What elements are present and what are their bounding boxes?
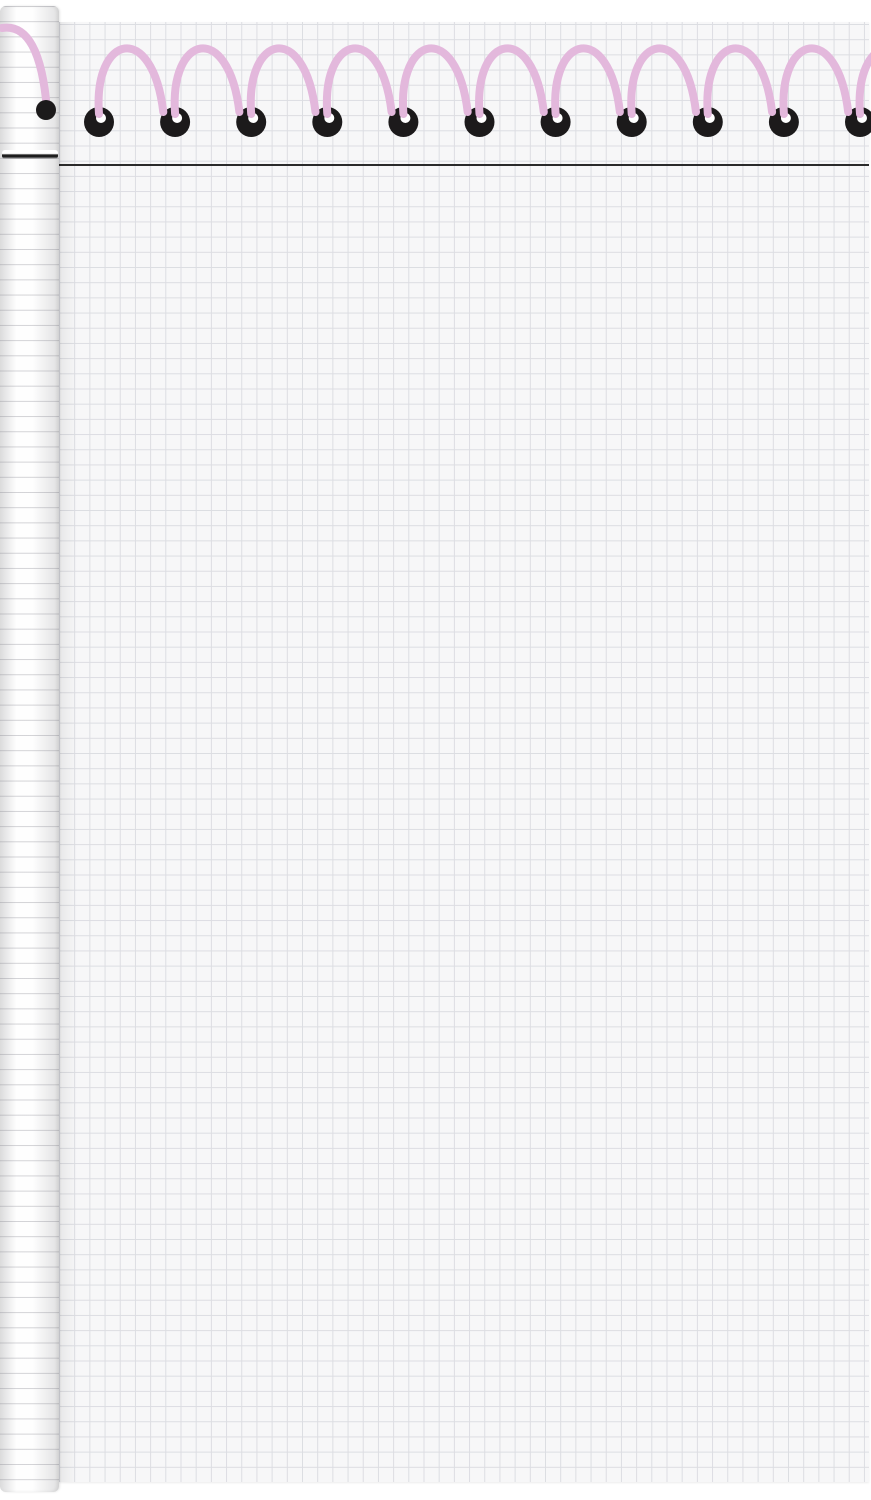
paper-roll-tube [0,6,59,1492]
graph-paper-sheet [57,22,869,1482]
gift-wrap-roll-photo [0,0,871,1500]
sheet-fold-shadow [57,22,77,1482]
roll-edge-band [2,150,58,159]
top-margin-rule [59,164,869,166]
